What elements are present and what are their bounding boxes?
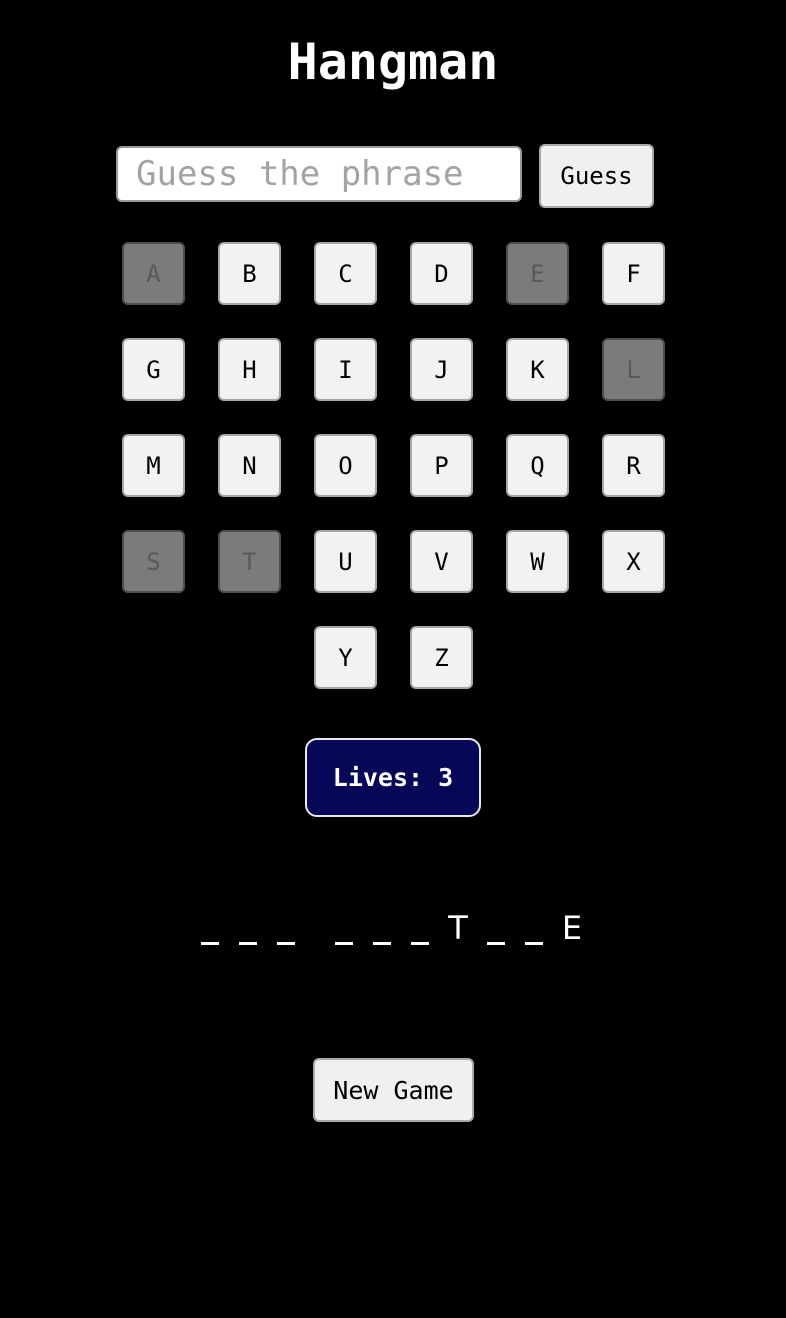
letter-button-n[interactable]: N <box>218 434 281 497</box>
blank-underscore <box>277 942 295 945</box>
letter-button-m[interactable]: M <box>122 434 185 497</box>
letter-button-s: S <box>122 530 185 593</box>
blank-underscore <box>525 942 543 945</box>
letter-button-c[interactable]: C <box>314 242 377 305</box>
blank-underscore <box>411 942 429 945</box>
lives-badge: Lives: 3 <box>305 738 481 817</box>
blank-underscore <box>487 942 505 945</box>
phrase-blank <box>275 905 297 951</box>
letter-button-u[interactable]: U <box>314 530 377 593</box>
letter-button-g[interactable]: G <box>122 338 185 401</box>
phrase-blank <box>523 905 545 951</box>
letter-button-q[interactable]: Q <box>506 434 569 497</box>
page-title: Hangman <box>287 33 499 91</box>
guess-button[interactable]: Guess <box>539 144 654 208</box>
phrase-blank <box>371 905 393 951</box>
letter-button-z[interactable]: Z <box>410 626 473 689</box>
phrase-letter: T <box>448 909 468 947</box>
phrase-blank <box>333 905 355 951</box>
letter-button-e: E <box>506 242 569 305</box>
letter-button-a: A <box>122 242 185 305</box>
blank-underscore <box>335 942 353 945</box>
letter-button-d[interactable]: D <box>410 242 473 305</box>
letter-button-f[interactable]: F <box>602 242 665 305</box>
letter-button-y[interactable]: Y <box>314 626 377 689</box>
phrase-blank <box>237 905 259 951</box>
guess-phrase-input[interactable] <box>116 146 522 202</box>
letter-button-b[interactable]: B <box>218 242 281 305</box>
new-game-button[interactable]: New Game <box>313 1058 474 1122</box>
letter-button-p[interactable]: P <box>410 434 473 497</box>
blank-underscore <box>373 942 391 945</box>
phrase-letter: E <box>561 909 583 947</box>
phrase-blank <box>409 905 431 951</box>
letter-button-l: L <box>602 338 665 401</box>
letter-button-r[interactable]: R <box>602 434 665 497</box>
letter-button-x[interactable]: X <box>602 530 665 593</box>
letter-button-j[interactable]: J <box>410 338 473 401</box>
letter-button-v[interactable]: V <box>410 530 473 593</box>
blank-underscore <box>239 942 257 945</box>
phrase-blank <box>199 905 221 951</box>
blank-underscore <box>201 942 219 945</box>
letter-button-i[interactable]: I <box>314 338 377 401</box>
phrase-display: TE <box>0 905 786 955</box>
letter-button-k[interactable]: K <box>506 338 569 401</box>
hangman-page: Hangman Guess ABCDEFGHIJKLMNOPQRSTUVWXYZ… <box>0 0 786 1318</box>
letter-button-t: T <box>218 530 281 593</box>
phrase-blank <box>485 905 507 951</box>
letter-button-h[interactable]: H <box>218 338 281 401</box>
letter-button-o[interactable]: O <box>314 434 377 497</box>
letter-button-w[interactable]: W <box>506 530 569 593</box>
